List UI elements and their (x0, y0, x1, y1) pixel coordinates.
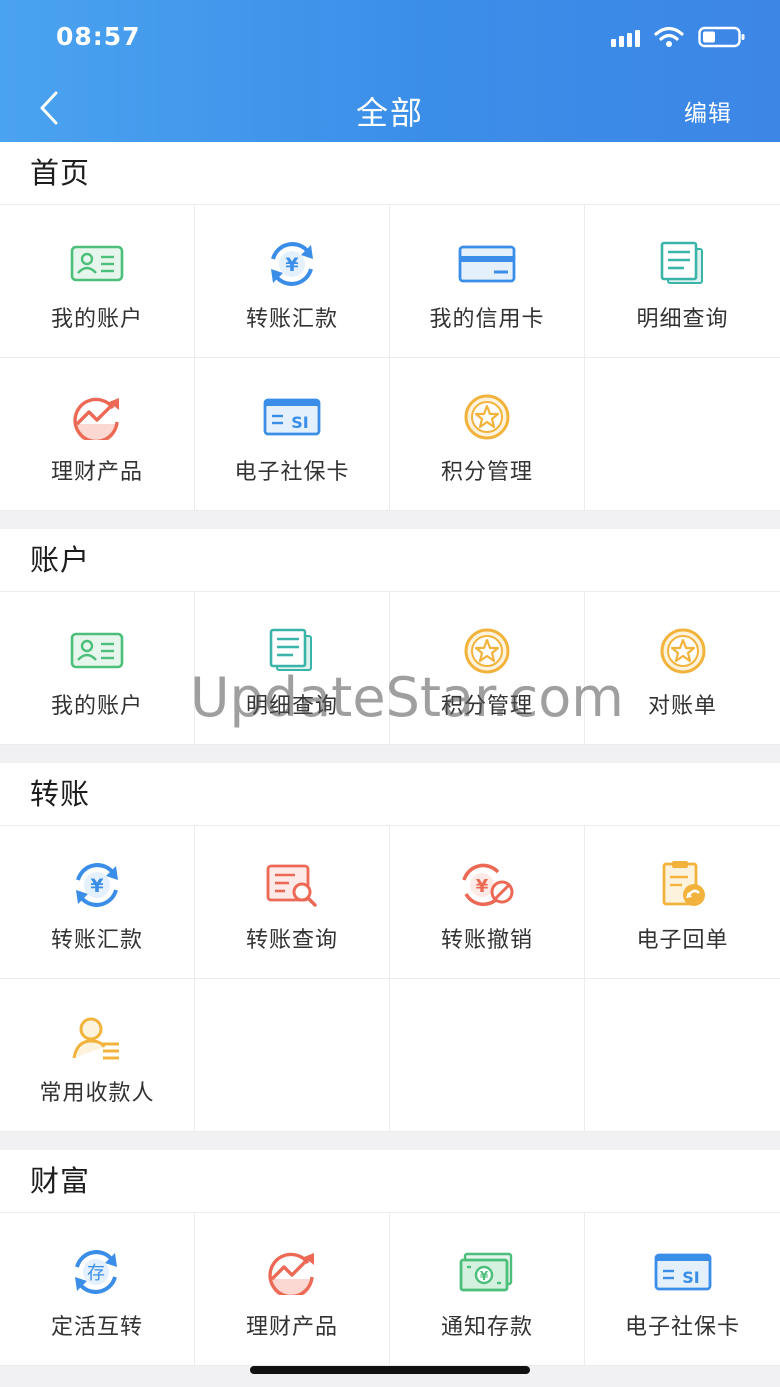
wifi-icon (654, 26, 684, 47)
deposit-convert-icon: 存 (68, 1247, 126, 1297)
section-grid: 我的账户 明细查询 积分管理 对账单 (0, 591, 780, 745)
account-card-icon (68, 626, 126, 676)
grid-item[interactable]: 我的账户 (0, 592, 195, 745)
grid-item[interactable]: 对账单 (585, 592, 780, 745)
section-0: 首页 我的账户 ¥ 转账汇款 我的信用卡 明细查询 理财产品 SI 电子社保卡 … (0, 142, 780, 511)
page-title: 全部 (355, 94, 424, 132)
grid-item[interactable]: SI 电子社保卡 (585, 1213, 780, 1366)
grid-item-label: 常用收款人 (39, 1081, 155, 1106)
receipt-icon (654, 860, 712, 910)
svg-text:存: 存 (87, 1263, 105, 1284)
section-title: 首页 (30, 156, 91, 190)
credit-card-icon (458, 239, 516, 289)
grid-item-label: 我的信用卡 (429, 307, 545, 332)
grid-item-label: 理财产品 (245, 1315, 338, 1340)
grid-item-label: 定活互转 (50, 1315, 143, 1340)
trend-chart-icon (68, 392, 126, 442)
app-screen: 08:57 全部 编辑 首页 我的账户 ¥ 转账汇款 我的信用卡 明细查询 理财… (0, 0, 780, 1387)
status-icons (611, 26, 746, 48)
transfer-search-icon (263, 860, 321, 910)
document-list-icon (654, 239, 712, 289)
grid-item-label: 对账单 (647, 694, 717, 719)
grid-item[interactable]: 电子回单 (585, 826, 780, 979)
grid-item-label: 转账汇款 (50, 928, 143, 953)
empty-grid-cell (390, 979, 585, 1132)
star-coin-icon (458, 392, 516, 442)
grid-item[interactable]: ¥ 通知存款 (390, 1213, 585, 1366)
header-bar: 08:57 全部 编辑 (0, 0, 780, 142)
grid-item[interactable]: 理财产品 (195, 1213, 390, 1366)
section-3: 财富 存定活互转 理财产品 ¥ 通知存款 SI 电子社保卡 (0, 1150, 780, 1366)
grid-item-label: 明细查询 (245, 694, 338, 719)
battery-icon (698, 26, 745, 48)
section-grid: 存定活互转 理财产品 ¥ 通知存款 SI 电子社保卡 (0, 1212, 780, 1366)
grid-item-label: 电子社保卡 (624, 1315, 740, 1340)
grid-item-label: 转账汇款 (245, 307, 338, 332)
social-security-card-icon: SI (263, 392, 321, 442)
star-coin-icon (458, 626, 516, 676)
edit-button[interactable]: 编辑 (684, 94, 732, 128)
payee-icon (68, 1013, 126, 1063)
grid-item[interactable]: 理财产品 (0, 358, 195, 511)
yuan-exchange-icon: ¥ (68, 860, 126, 910)
grid-item-label: 积分管理 (440, 694, 533, 719)
grid-item[interactable]: 存定活互转 (0, 1213, 195, 1366)
cash-note-icon: ¥ (458, 1247, 516, 1297)
grid-item-label: 电子社保卡 (234, 460, 350, 485)
content-area: 首页 我的账户 ¥ 转账汇款 我的信用卡 明细查询 理财产品 SI 电子社保卡 … (0, 142, 780, 1384)
social-security-card-icon: SI (654, 1247, 712, 1297)
grid-item[interactable]: 常用收款人 (0, 979, 195, 1132)
grid-item[interactable]: 明细查询 (195, 592, 390, 745)
section-grid: ¥ 转账汇款 转账查询 ¥ 转账撤销 电子回单 常用收款人 (0, 825, 780, 1132)
star-coin-icon (654, 626, 712, 676)
svg-text:SI: SI (682, 1268, 699, 1287)
grid-item-label: 明细查询 (636, 307, 729, 332)
document-list-icon (263, 626, 321, 676)
grid-item[interactable]: ¥ 转账汇款 (0, 826, 195, 979)
grid-item[interactable]: 我的账户 (0, 205, 195, 358)
grid-item[interactable]: SI 电子社保卡 (195, 358, 390, 511)
section-2: 转账 ¥ 转账汇款 转账查询 ¥ 转账撤销 电子回单 常用收款人 (0, 763, 780, 1132)
section-title: 财富 (30, 1164, 91, 1198)
home-indicator (250, 1366, 530, 1374)
empty-grid-cell (585, 358, 780, 511)
grid-item[interactable]: 我的信用卡 (390, 205, 585, 358)
grid-item-label: 电子回单 (636, 928, 729, 953)
grid-item-label: 我的账户 (50, 694, 143, 719)
grid-item[interactable]: ¥ 转账撤销 (390, 826, 585, 979)
svg-text:¥: ¥ (480, 1269, 489, 1283)
grid-item[interactable]: 积分管理 (390, 592, 585, 745)
grid-item-label: 理财产品 (50, 460, 143, 485)
grid-item-label: 通知存款 (440, 1315, 533, 1340)
grid-item[interactable]: ¥ 转账汇款 (195, 205, 390, 358)
trend-chart-icon (263, 1247, 321, 1297)
svg-text:¥: ¥ (476, 876, 489, 897)
section-title: 账户 (30, 543, 91, 577)
section-title: 转账 (30, 777, 91, 811)
section-grid: 我的账户 ¥ 转账汇款 我的信用卡 明细查询 理财产品 SI 电子社保卡 积分管… (0, 204, 780, 511)
grid-item-label: 转账撤销 (440, 928, 533, 953)
grid-item[interactable]: 积分管理 (390, 358, 585, 511)
transfer-cancel-icon: ¥ (458, 860, 516, 910)
empty-grid-cell (585, 979, 780, 1132)
grid-item-label: 我的账户 (50, 307, 143, 332)
svg-text:¥: ¥ (90, 875, 103, 897)
empty-grid-cell (195, 979, 390, 1132)
svg-text:SI: SI (291, 413, 308, 432)
status-time: 08:57 (56, 22, 141, 51)
svg-text:¥: ¥ (285, 254, 298, 276)
signal-icon (611, 27, 640, 47)
yuan-exchange-icon: ¥ (263, 239, 321, 289)
grid-item-label: 转账查询 (245, 928, 338, 953)
account-card-icon (68, 239, 126, 289)
grid-item[interactable]: 转账查询 (195, 826, 390, 979)
grid-item-label: 积分管理 (440, 460, 533, 485)
grid-item[interactable]: 明细查询 (585, 205, 780, 358)
section-1: 账户 我的账户 明细查询 积分管理 对账单 (0, 529, 780, 745)
